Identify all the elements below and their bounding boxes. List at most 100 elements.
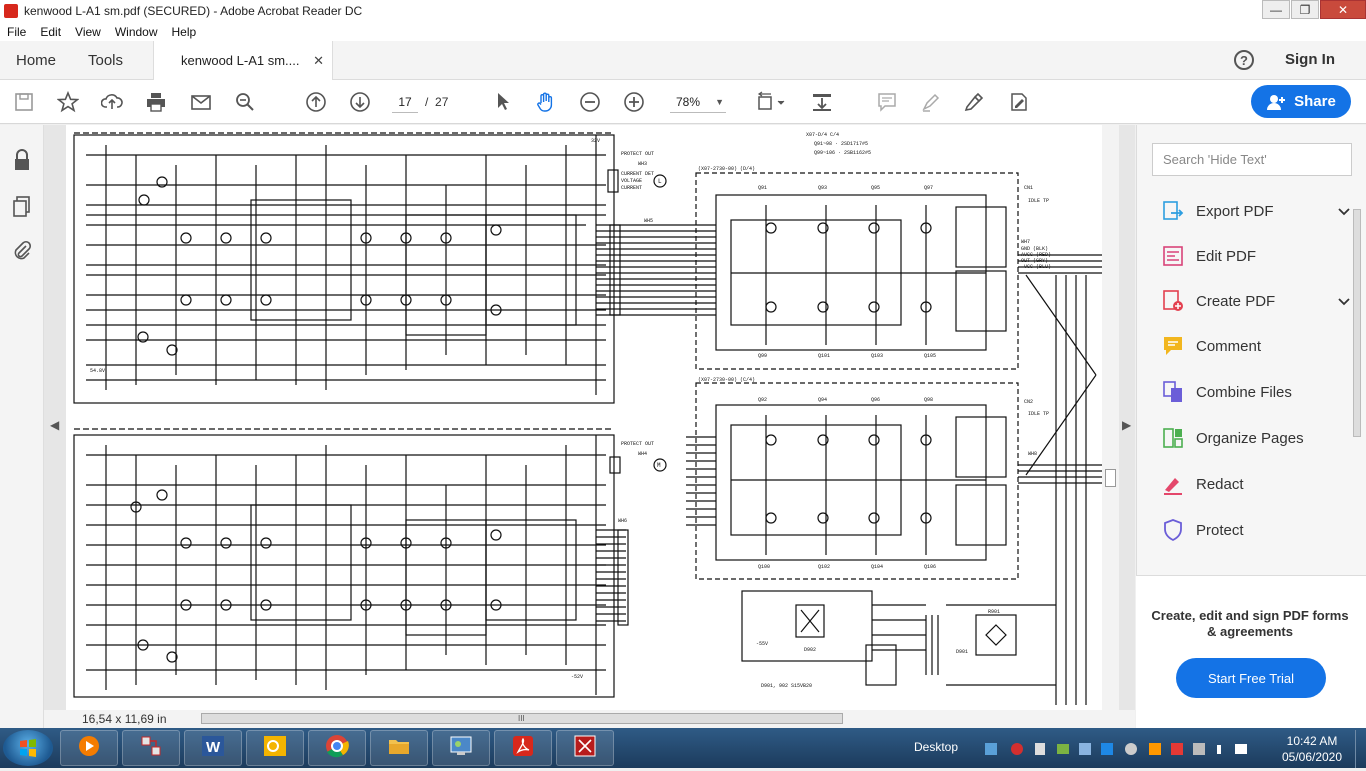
media-player-icon	[77, 734, 101, 763]
next-page-icon[interactable]	[348, 90, 372, 114]
taskbar-control-panel[interactable]	[432, 730, 490, 766]
chevron-down-icon[interactable]	[1338, 294, 1350, 309]
share-button[interactable]: Share	[1251, 85, 1351, 118]
taskbar-outlook[interactable]	[246, 730, 304, 766]
schematic-wh6: WH6	[618, 518, 627, 524]
schematic-q104: Q104	[871, 564, 883, 570]
organize-pages-icon	[1160, 427, 1186, 449]
document-tab-label: kenwood L-A1 sm....	[181, 53, 300, 68]
tool-export-pdf[interactable]: Export PDF	[1160, 200, 1350, 222]
page-thumbnails-icon[interactable]	[12, 195, 32, 217]
print-icon[interactable]	[144, 90, 168, 114]
select-pointer-icon[interactable]	[491, 90, 515, 114]
document-horizontal-scrollbar[interactable]: III	[201, 713, 843, 724]
close-tab-icon[interactable]: ✕	[313, 53, 324, 69]
taskbar-acrobat-reader[interactable]	[494, 730, 552, 766]
minimize-button[interactable]: —	[1262, 0, 1290, 19]
zoom-in-icon[interactable]	[622, 90, 646, 114]
schematic-l-mark: L	[658, 178, 662, 185]
tool-redact[interactable]: Redact	[1160, 473, 1350, 495]
tool-create-pdf[interactable]: Create PDF	[1160, 290, 1350, 312]
maximize-button[interactable]: ❐	[1291, 0, 1319, 19]
expand-right-icon[interactable]: ▶	[1122, 418, 1131, 432]
add-user-icon	[1267, 94, 1286, 110]
scroll-mode-icon[interactable]	[810, 90, 834, 114]
taskbar-word[interactable]: W	[184, 730, 242, 766]
taskbar-chrome[interactable]	[308, 730, 366, 766]
tab-document[interactable]: kenwood L-A1 sm.... ✕	[153, 41, 333, 80]
tool-organize-pages[interactable]: Organize Pages	[1160, 427, 1350, 449]
schematic-cn1: CN1	[1024, 185, 1033, 191]
tool-label: Redact	[1196, 475, 1244, 493]
schematic-q102: Q102	[818, 564, 830, 570]
sign-pen-icon[interactable]	[962, 90, 986, 114]
schematic-r901: R901	[988, 609, 1000, 615]
desktop-toolbar-label[interactable]: Desktop	[914, 740, 958, 754]
chrome-icon	[324, 733, 350, 764]
zoom-level-value: 78%	[676, 95, 701, 109]
tool-edit-pdf[interactable]: Edit PDF	[1160, 245, 1350, 267]
zoom-level-select[interactable]: 78% ▼	[670, 91, 726, 113]
zoom-out-icon[interactable]	[578, 90, 602, 114]
attachment-icon[interactable]	[12, 240, 32, 262]
bookmark-star-icon[interactable]	[56, 90, 80, 114]
schematic-q95: Q95	[871, 185, 880, 191]
menu-help[interactable]: Help	[165, 25, 204, 39]
sign-in-link[interactable]: Sign In	[1285, 51, 1335, 68]
tool-combine-files[interactable]: Combine Files	[1160, 381, 1350, 403]
help-icon[interactable]: ?	[1234, 50, 1254, 70]
explorer-icon	[386, 733, 412, 764]
lock-icon[interactable]	[12, 149, 32, 171]
tab-home[interactable]: Home	[16, 52, 56, 69]
schematic-v32: 32V	[591, 138, 600, 144]
page-separator: /	[425, 95, 429, 109]
taskbar-acrobat-pro[interactable]	[556, 730, 614, 766]
collapse-left-icon[interactable]: ◀	[50, 418, 59, 432]
taskbar-network-app[interactable]	[122, 730, 180, 766]
protect-icon	[1160, 519, 1186, 542]
tools-pane-scrollbar[interactable]	[1350, 195, 1364, 575]
menu-file[interactable]: File	[0, 25, 33, 39]
tool-protect[interactable]: Protect	[1160, 519, 1350, 542]
tools-pane-scroll-thumb[interactable]	[1353, 209, 1361, 437]
taskbar-media-player[interactable]	[60, 730, 118, 766]
page-fit-icon[interactable]	[755, 90, 789, 114]
previous-page-icon[interactable]	[304, 90, 328, 114]
email-icon[interactable]	[189, 90, 213, 114]
acrobat-icon	[510, 733, 536, 764]
schematic-c4-label: (X07-2730-00) (C/4)	[698, 377, 755, 383]
menu-view[interactable]: View	[68, 25, 108, 39]
clock-date: 05/06/2020	[1281, 750, 1343, 764]
document-vertical-scrollbar[interactable]	[1102, 125, 1119, 710]
export-pdf-icon	[1160, 200, 1186, 222]
taskbar-clock[interactable]: 10:42 AM 05/06/2020	[1280, 733, 1344, 765]
highlight-pen-icon[interactable]	[919, 90, 943, 114]
close-window-button[interactable]: ✕	[1320, 0, 1366, 19]
page-number-input[interactable]: 17	[392, 91, 418, 113]
chevron-down-icon[interactable]	[1338, 204, 1350, 219]
search-tools-input[interactable]: Search 'Hide Text'	[1152, 143, 1352, 176]
tray-icons[interactable]	[985, 740, 1255, 758]
fill-sign-icon[interactable]	[1006, 90, 1030, 114]
schematic-wh5: WH5	[644, 218, 653, 224]
word-icon: W	[200, 733, 226, 764]
scrollbar-thumb[interactable]	[1105, 469, 1116, 487]
tool-label: Export PDF	[1196, 202, 1274, 220]
hand-tool-icon[interactable]	[534, 90, 558, 114]
save-icon[interactable]	[12, 90, 36, 114]
zoom-search-icon[interactable]	[233, 90, 257, 114]
page-total: / 27	[425, 95, 448, 109]
start-free-trial-button[interactable]: Start Free Trial	[1176, 658, 1326, 698]
schematic-q-bot-label: Q99~106 · 2SB1162#5	[814, 150, 871, 156]
tab-tools[interactable]: Tools	[88, 52, 123, 69]
tool-comment[interactable]: Comment	[1160, 335, 1350, 357]
upload-icon[interactable]	[100, 90, 124, 114]
tool-label: Protect	[1196, 521, 1244, 539]
menu-window[interactable]: Window	[108, 25, 165, 39]
start-button[interactable]	[3, 730, 53, 766]
menu-edit[interactable]: Edit	[33, 25, 68, 39]
taskbar-explorer[interactable]	[370, 730, 428, 766]
schematic-wh4: WH4	[638, 451, 647, 457]
comment-note-icon[interactable]	[875, 90, 899, 114]
show-desktop-button[interactable]	[1355, 730, 1366, 768]
